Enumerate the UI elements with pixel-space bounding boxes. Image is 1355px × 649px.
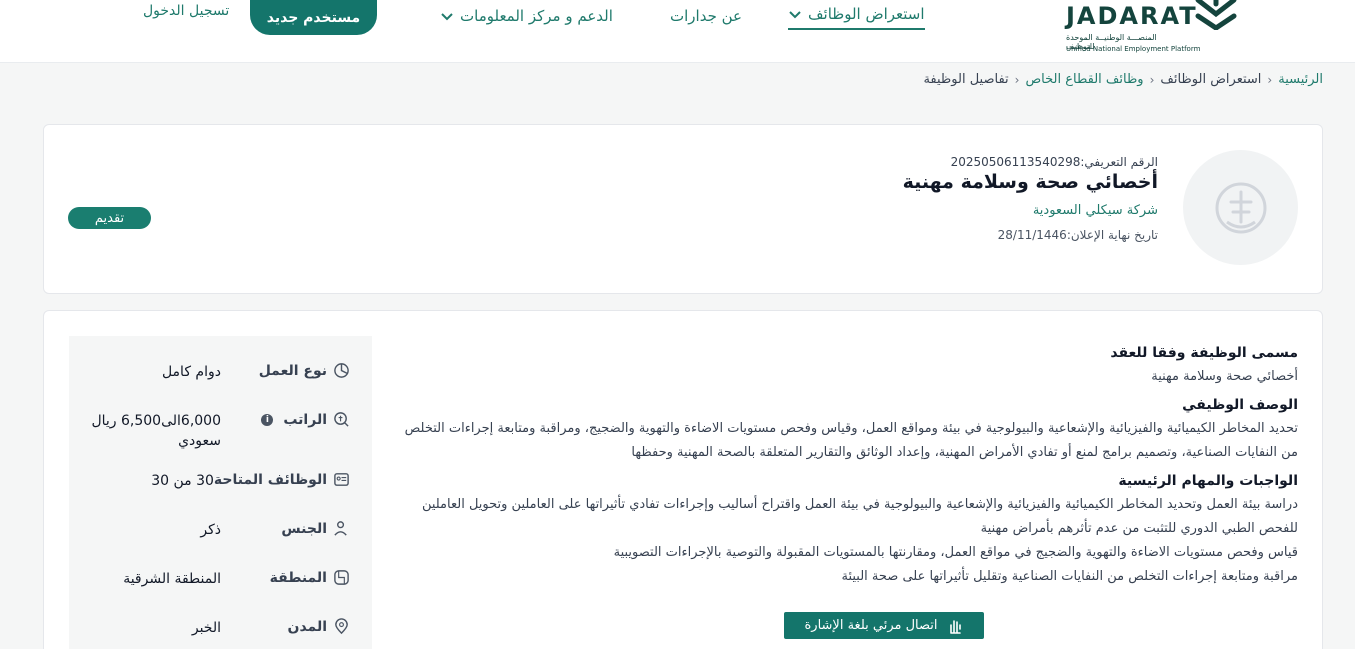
work-type-label: نوع العمل	[258, 362, 327, 379]
job-summary-card: الرقم التعريفي:20250506113540298 أخصائي …	[43, 124, 1323, 294]
company-logo-placeholder	[1183, 150, 1298, 265]
nav-browse-jobs-label: استعراض الوظائف	[808, 5, 925, 23]
gender-value: ذكر	[200, 522, 221, 538]
salary-label-wrap: الراتب i	[261, 411, 350, 428]
breadcrumb-current: تفاصيل الوظيفة	[923, 72, 1009, 87]
application-deadline: تاريخ نهاية الإعلان:28/11/1446	[997, 228, 1158, 242]
region-label-wrap: المنطقة	[270, 569, 350, 586]
duties-text-3: مراقبة ومتابعة إجراءات التخلص من النفايا…	[841, 569, 1298, 584]
breadcrumb: الرئيسية ‹ استعراض الوظائف ‹ وظائف القطا…	[923, 72, 1323, 87]
map-region-icon	[334, 570, 349, 585]
job-details-card: مسمى الوظيفة وفقا للعقد أخصائي صحة وسلام…	[43, 310, 1323, 649]
nav-support[interactable]: الدعم و مركز المعلومات	[440, 2, 613, 30]
gender-row: الجنس ذكر	[91, 520, 350, 569]
logo-mark-icon	[1195, 0, 1237, 30]
apply-button[interactable]: تقديم	[68, 207, 151, 229]
person-icon	[334, 521, 347, 536]
city-row: المدن الخبر	[91, 618, 350, 649]
nav-about-label: عن جدارات	[670, 7, 742, 25]
region-row: المنطقة المنطقة الشرقية	[91, 569, 350, 618]
login-link[interactable]: تسجيل الدخول	[143, 3, 229, 19]
work-type-row: نوع العمل دوام كامل	[91, 362, 350, 411]
breadcrumb-separator-icon: ‹	[1014, 72, 1020, 87]
gender-label: الجنس	[281, 520, 327, 537]
location-pin-icon	[335, 618, 348, 635]
contract-title-value: أخصائي صحة وسلامة مهنية	[1151, 369, 1298, 384]
job-id: الرقم التعريفي:20250506113540298	[950, 155, 1158, 169]
job-meta: الرقم التعريفي:20250506113540298 أخصائي …	[458, 155, 1158, 242]
description-text: تحديد المخاطر الكيميائية والفيزيائية وال…	[404, 421, 1298, 460]
vacancies-label: الوظائف المتاحة	[213, 471, 327, 488]
city-label: المدن	[287, 618, 327, 635]
duties-text-1: دراسة بيئة العمل وتحديد المخاطر الكيميائ…	[421, 497, 1298, 536]
job-attributes-panel: نوع العمل دوام كامل الراتب i 6,000الى6,5…	[69, 336, 372, 649]
chevron-down-icon	[789, 11, 801, 19]
duties-text-2: قياس وفحص مستويات الاضاءة والتهوية والضج…	[613, 545, 1298, 560]
sign-language-label: اتصال مرئي بلغة الإشارة	[804, 618, 938, 633]
breadcrumb-browse-jobs[interactable]: استعراض الوظائف	[1160, 72, 1261, 87]
chevron-down-icon	[441, 13, 453, 21]
job-title: أخصائي صحة وسلامة مهنية	[902, 171, 1158, 193]
vacancies-row: الوظائف المتاحة 30 من 30	[91, 471, 350, 520]
company-placeholder-icon	[1215, 182, 1266, 233]
duties-heading: الواجبات والمهام الرئيسية	[1118, 473, 1298, 489]
sign-language-call-button[interactable]: اتصال مرئي بلغة الإشارة	[784, 612, 984, 639]
contract-title-heading: مسمى الوظيفة وفقا للعقد	[1110, 345, 1298, 361]
jadarat-logo[interactable]: JADARAT المنصـــة الوطنيــة الموحدة للتو…	[1066, 0, 1252, 58]
nav-about[interactable]: عن جدارات	[670, 2, 742, 30]
description-heading: الوصف الوظيفي	[1182, 397, 1298, 413]
region-value: المنطقة الشرقية	[123, 571, 221, 587]
breadcrumb-separator-icon: ‹	[1267, 72, 1273, 87]
info-icon[interactable]: i	[261, 413, 274, 426]
pie-chart-icon	[334, 363, 349, 378]
sign-language-hand-icon	[949, 619, 961, 634]
salary-value: 6,000الى6,500 ريال سعودي	[91, 413, 221, 449]
vacancies-value: 30 من 30	[151, 473, 214, 489]
id-card-icon	[334, 473, 349, 486]
new-user-button[interactable]: مستخدم جديد	[250, 0, 377, 35]
city-label-wrap: المدن	[288, 618, 350, 635]
work-type-label-wrap: نوع العمل	[259, 362, 350, 379]
work-type-value: دوام كامل	[161, 364, 221, 380]
logo-english-tagline: Unified National Employment Platform	[1066, 45, 1201, 53]
gender-label-wrap: الجنس	[281, 520, 350, 537]
city-value: الخبر	[191, 620, 221, 636]
breadcrumb-private-sector[interactable]: وظائف القطاع الخاص	[1025, 72, 1143, 87]
top-header: JADARAT المنصـــة الوطنيــة الموحدة للتو…	[0, 0, 1355, 63]
nav-browse-jobs[interactable]: استعراض الوظائف	[788, 2, 925, 30]
breadcrumb-separator-icon: ‹	[1149, 72, 1155, 87]
breadcrumb-home[interactable]: الرئيسية	[1278, 72, 1323, 87]
logo-wordmark: JADARAT	[1066, 2, 1198, 30]
company-name-link[interactable]: شركة سيكلي السعودية	[458, 203, 1158, 218]
vacancies-label-wrap: الوظائف المتاحة	[214, 471, 350, 488]
job-details-text: مسمى الوظيفة وفقا للعقد أخصائي صحة وسلام…	[398, 345, 1298, 589]
salary-row: الراتب i 6,000الى6,500 ريال سعودي	[91, 411, 350, 471]
region-label: المنطقة	[269, 569, 327, 586]
nav-support-label: الدعم و مركز المعلومات	[460, 7, 613, 25]
money-icon	[334, 412, 349, 427]
salary-label: الراتب	[283, 411, 327, 428]
